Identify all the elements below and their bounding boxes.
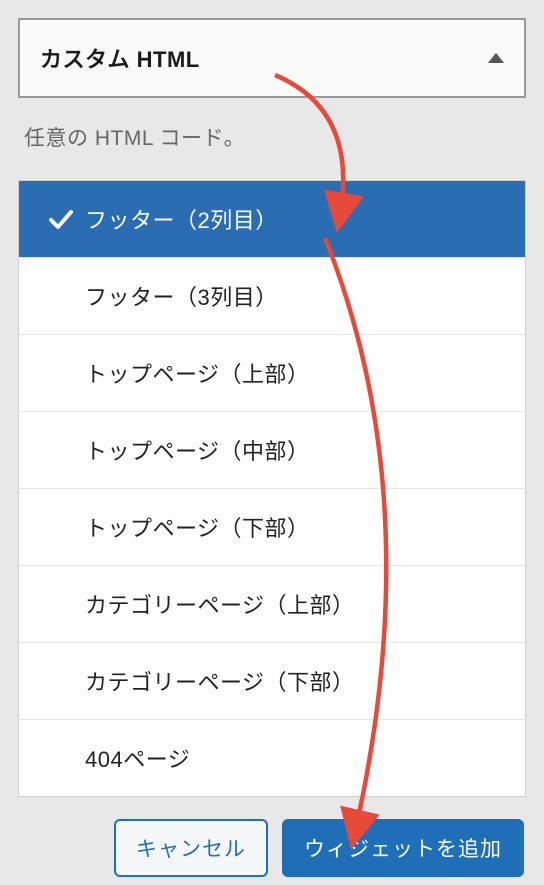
widget-area-label: カテゴリーページ（下部） (85, 665, 513, 697)
cancel-button[interactable]: キャンセル (114, 819, 268, 877)
widget-area-option[interactable]: フッター（3列目） (19, 258, 525, 335)
collapse-chevron-icon (488, 53, 504, 63)
button-row: キャンセル ウィジェットを追加 (18, 819, 526, 881)
widget-area-label: 404ページ (85, 742, 513, 774)
add-widget-button[interactable]: ウィジェットを追加 (282, 819, 524, 877)
widget-description: 任意の HTML コード。 (24, 122, 520, 152)
widget-area-label: トップページ（下部） (85, 511, 513, 543)
widget-area-option[interactable]: フッター（2列目） (19, 181, 525, 258)
widget-area-option[interactable]: カテゴリーページ（下部） (19, 643, 525, 720)
widget-area-option[interactable]: カテゴリーページ（上部） (19, 566, 525, 643)
widget-header[interactable]: カスタム HTML (18, 18, 526, 98)
widget-area-label: フッター（2列目） (85, 203, 513, 235)
widget-title: カスタム HTML (40, 42, 200, 74)
checkmark-icon (37, 208, 85, 230)
widget-area-list: フッター（2列目） フッター（3列目） トップページ（上部） トップページ（中部） トッ… (18, 180, 526, 797)
widget-area-option[interactable]: トップページ（上部） (19, 335, 525, 412)
widget-area-label: フッター（3列目） (85, 280, 513, 312)
widget-area-label: トップページ（中部） (85, 434, 513, 466)
widget-area-label: カテゴリーページ（上部） (85, 588, 513, 620)
widget-area-option[interactable]: トップページ（下部） (19, 489, 525, 566)
widget-area-option[interactable]: トップページ（中部） (19, 412, 525, 489)
widget-area-option[interactable]: 404ページ (19, 720, 525, 796)
widget-area-label: トップページ（上部） (85, 357, 513, 389)
